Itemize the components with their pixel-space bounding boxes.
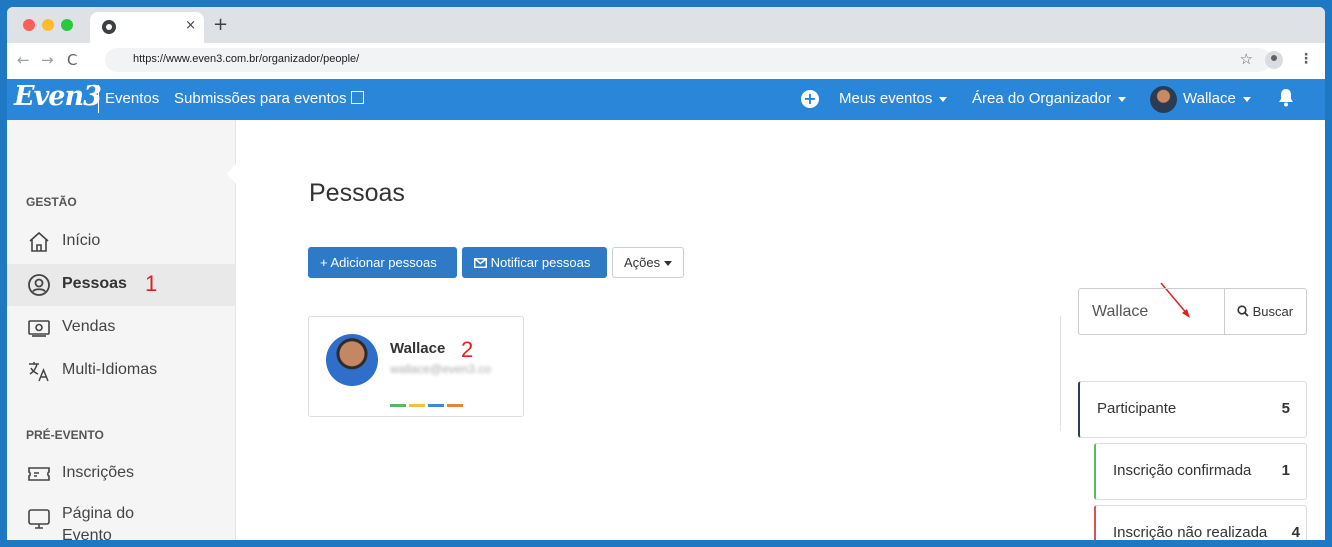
browser-window: × + ← → C https://www.even3.com.br/organ…: [7, 7, 1325, 540]
tab-strip: × +: [7, 7, 1325, 43]
person-card[interactable]: Wallace wallace@even3.co: [308, 316, 524, 417]
person-status-bars: [390, 392, 466, 411]
sidebar: GESTÃO Início Pessoas Vendas Multi-Idiom…: [7, 120, 236, 540]
back-arrow-icon[interactable]: ←: [17, 51, 30, 69]
nav-submissoes-label: Submissões para eventos: [174, 90, 347, 107]
maximize-window-button[interactable]: [61, 19, 73, 31]
sidebar-item-vendas[interactable]: Vendas: [7, 307, 235, 349]
reload-icon[interactable]: C: [67, 51, 77, 69]
actions-label: Ações: [624, 255, 661, 270]
external-link-icon: [350, 91, 364, 104]
add-people-button[interactable]: + Adicionar pessoas: [308, 247, 457, 278]
filter-count: 4: [1291, 524, 1300, 540]
filter-participante[interactable]: Participante 5: [1078, 381, 1307, 438]
envelope-icon: [474, 258, 487, 268]
minimize-window-button[interactable]: [42, 19, 54, 31]
browser-tab[interactable]: ×: [90, 12, 204, 43]
person-email: wallace@even3.co: [390, 362, 491, 376]
actions-dropdown[interactable]: Ações: [612, 247, 684, 278]
annotation-2: 2: [461, 337, 474, 362]
chevron-down-icon: [1118, 96, 1127, 102]
user-avatar[interactable]: [1150, 86, 1177, 113]
filter-count: 5: [1281, 400, 1290, 417]
notify-people-label: Notificar pessoas: [490, 255, 591, 270]
nav-user-name: Wallace: [1183, 90, 1236, 107]
sidebar-item-label: Inscrições: [62, 464, 135, 481]
home-icon: [29, 231, 49, 252]
add-event-plus-icon[interactable]: +: [801, 90, 819, 108]
sidebar-item-label: Vendas: [62, 318, 116, 335]
translate-icon: [29, 362, 49, 382]
nav-meus-eventos-label: Meus eventos: [839, 90, 933, 107]
even3-logo[interactable]: Even3: [14, 81, 102, 112]
new-tab-button[interactable]: +: [213, 14, 228, 35]
section-pre-evento: PRÉ-EVENTO: [26, 428, 104, 442]
nav-meus-eventos[interactable]: Meus eventos: [839, 90, 948, 107]
sidebar-item-label: Multi-Idiomas: [62, 361, 158, 378]
active-indicator: [227, 164, 236, 184]
nav-area-organizador-label: Área do Organizador: [972, 90, 1112, 107]
search-button-label: Buscar: [1252, 304, 1294, 319]
sidebar-item-pessoas[interactable]: Pessoas: [7, 264, 235, 306]
url-text: https://www.even3.com.br/organizador/peo…: [133, 53, 360, 65]
notify-people-button[interactable]: Notificar pessoas: [462, 247, 607, 278]
person-name: Wallace: [390, 340, 446, 357]
logo-divider: [98, 85, 99, 113]
sidebar-item-multi-idiomas[interactable]: Multi-Idiomas: [7, 350, 235, 392]
sidebar-item-label: Página do Evento: [62, 505, 135, 540]
browser-toolbar: ← → C https://www.even3.com.br/organizad…: [7, 43, 1325, 79]
search-button[interactable]: Buscar: [1224, 288, 1307, 335]
sidebar-item-inscricoes[interactable]: Inscrições: [7, 453, 235, 495]
money-icon: [28, 320, 50, 337]
sidebar-item-pagina-evento[interactable]: Página do Evento: [7, 498, 235, 540]
address-bar[interactable]: https://www.even3.com.br/organizador/peo…: [105, 48, 1271, 72]
chevron-down-icon: [939, 96, 948, 102]
filter-count: 1: [1281, 462, 1290, 479]
filter-label: Participante: [1097, 400, 1177, 417]
page-title: Pessoas: [309, 179, 405, 207]
ticket-icon: [28, 467, 50, 481]
nav-submissoes[interactable]: Submissões para eventos: [174, 90, 364, 107]
forward-arrow-icon[interactable]: →: [41, 51, 54, 69]
menu-kebab-icon[interactable]: ⋮: [1299, 51, 1313, 67]
filter-label: Inscrição não realizada: [1113, 524, 1268, 540]
chrome-favicon-icon: [102, 20, 116, 34]
sidebar-item-inicio[interactable]: Início: [7, 221, 235, 263]
person-avatar: [326, 334, 378, 386]
sidebar-item-label: Início: [62, 232, 101, 249]
content-divider: [1060, 316, 1061, 431]
monitor-icon: [28, 509, 50, 529]
section-gestao: GESTÃO: [26, 195, 77, 209]
nav-user-menu[interactable]: Wallace: [1183, 90, 1251, 107]
sidebar-item-label: Pessoas: [62, 275, 127, 292]
nav-area-organizador[interactable]: Área do Organizador: [972, 90, 1127, 107]
tab-close-icon[interactable]: ×: [185, 18, 196, 33]
nav-eventos[interactable]: Eventos: [105, 90, 159, 107]
chevron-down-icon: [1242, 96, 1251, 102]
annotation-1: 1: [145, 271, 158, 296]
bookmark-star-icon[interactable]: ☆: [1240, 50, 1253, 68]
filter-inscricao-nao-realizada[interactable]: Inscrição não realizada 4: [1094, 505, 1307, 540]
app-navbar: Even3 Eventos Submissões para eventos + …: [7, 79, 1325, 120]
close-window-button[interactable]: [23, 19, 35, 31]
filter-inscricao-confirmada[interactable]: Inscrição confirmada 1: [1094, 443, 1307, 500]
search-input[interactable]: Wallace: [1078, 288, 1225, 335]
filter-label: Inscrição confirmada: [1113, 462, 1252, 479]
chevron-down-icon: [664, 261, 673, 267]
user-circle-icon: [28, 274, 50, 296]
profile-icon[interactable]: [1265, 51, 1283, 69]
bell-icon[interactable]: [1278, 88, 1294, 107]
search-icon: [1237, 305, 1249, 317]
